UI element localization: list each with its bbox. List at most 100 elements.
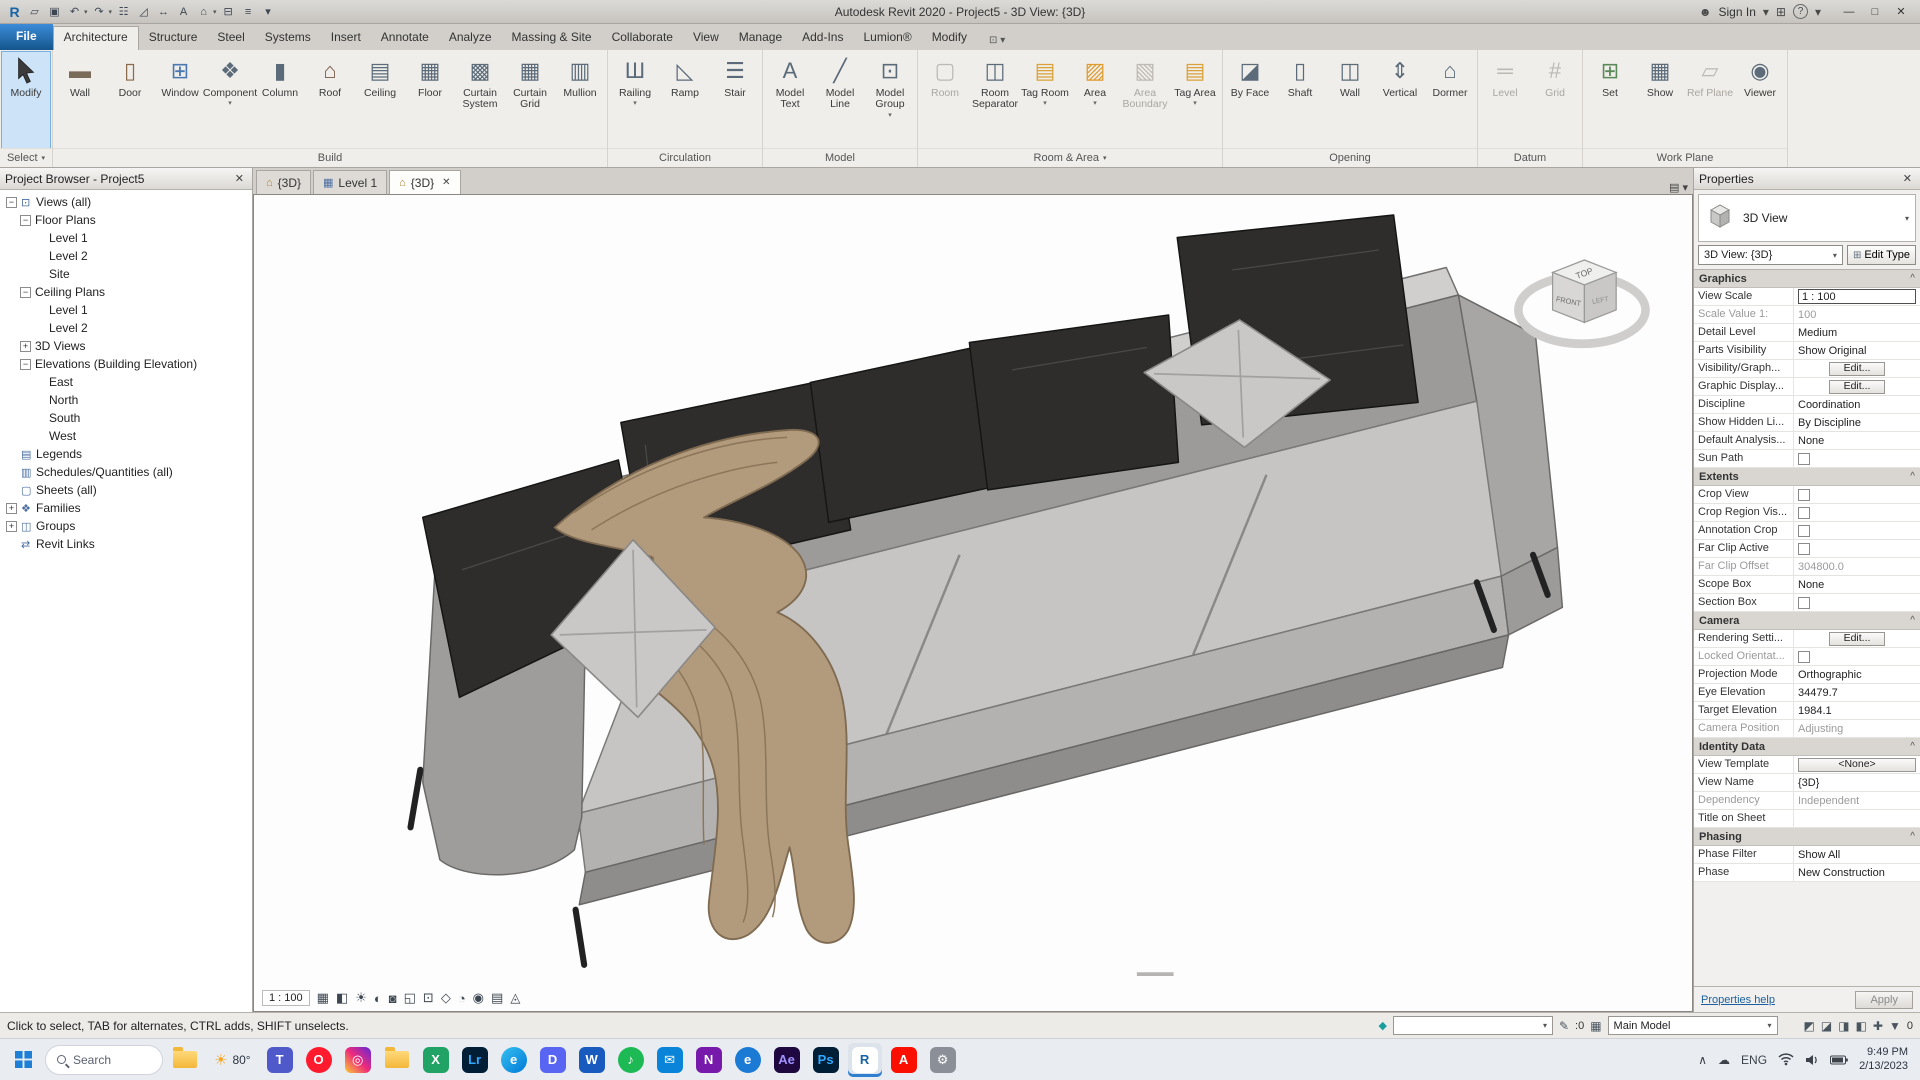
properties-close-icon[interactable]: ✕ [1900, 172, 1915, 185]
revit-logo-icon[interactable]: R [6, 3, 23, 21]
tab-structure[interactable]: Structure [139, 27, 208, 50]
aligned-dimension-icon[interactable]: ↔ [155, 3, 172, 21]
set-work-plane-button[interactable]: ⊞ Set [1585, 52, 1635, 148]
tree-item-schedules-quantities-all[interactable]: ▥ Schedules/Quantities (all) [0, 463, 252, 481]
opening-by-face-button[interactable]: ◪ By Face [1225, 52, 1275, 148]
edit-type-button[interactable]: ⊞ Edit Type [1846, 245, 1916, 265]
view-tab-3d[interactable]: ⌂ {3D} [256, 170, 312, 194]
tree-item-level-1[interactable]: Level 1 [0, 301, 252, 319]
mail-icon[interactable]: ✉ [653, 1043, 687, 1077]
view-cube[interactable]: TOP FRONT LEFT [1514, 259, 1650, 349]
show-constraints-icon[interactable]: ◬ [510, 990, 520, 1006]
default-3d-view-icon[interactable]: ⌂ [195, 3, 212, 21]
vertical-opening-button[interactable]: ⇕ Vertical [1375, 52, 1425, 148]
sofa-model[interactable] [407, 214, 1564, 977]
type-combobox-caret-icon[interactable]: ▾ [1833, 251, 1837, 260]
properties-help-link[interactable]: Properties help [1701, 994, 1775, 1006]
help-caret[interactable]: ▾ [1815, 5, 1821, 19]
model-line-button[interactable]: ╱ Model Line [815, 52, 865, 148]
drag-on-selection-icon[interactable]: ✚ [1873, 1019, 1883, 1033]
collapse-section-icon[interactable]: ^ [1910, 615, 1915, 626]
scale-value-1-value[interactable]: 100 [1798, 309, 1816, 321]
tab-systems[interactable]: Systems [255, 27, 321, 50]
collapse-section-icon[interactable]: ^ [1910, 273, 1915, 284]
door-button[interactable]: ▯ Door [105, 52, 155, 148]
expand-icon[interactable]: + [6, 520, 17, 532]
panel-label-model[interactable]: Model [763, 148, 917, 167]
view-tab-3d[interactable]: ⌂ {3D} ✕ [389, 170, 461, 194]
tab-manage[interactable]: Manage [729, 27, 792, 50]
photoshop-icon[interactable]: Ps [809, 1043, 843, 1077]
viewer-button[interactable]: ◉ Viewer [1735, 52, 1785, 148]
tab-steel[interactable]: Steel [207, 27, 254, 50]
tree-item-south[interactable]: South [0, 409, 252, 427]
temporary-hide-isolate-icon[interactable]: ◔ [458, 991, 466, 1006]
start-button[interactable] [6, 1043, 40, 1077]
drawing-canvas[interactable]: TOP FRONT LEFT 1 : 100 ▦ ◧ ☀ ◐ ◙ ◱ ⊡ ◇ ◔ ◉ ▤ ◬ [253, 194, 1693, 1012]
language-indicator[interactable]: ENG [1741, 1053, 1767, 1067]
sign-in-caret[interactable]: ▾ [1763, 5, 1769, 19]
tab-lumion[interactable]: Lumion® [853, 27, 921, 50]
tab-annotate[interactable]: Annotate [371, 27, 439, 50]
section-camera[interactable]: Camera ^ [1694, 612, 1920, 630]
projection-mode-value[interactable]: Orthographic [1798, 669, 1862, 681]
wall-opening-button[interactable]: ◫ Wall [1325, 52, 1375, 148]
collapse-section-icon[interactable]: ^ [1910, 741, 1915, 752]
panel-label-work-plane[interactable]: Work Plane [1583, 148, 1787, 167]
collapse-section-icon[interactable]: ^ [1910, 831, 1915, 842]
app-store-icon[interactable]: ⊞ [1776, 5, 1786, 19]
shadows-icon[interactable]: ◐ [374, 991, 382, 1006]
visual-style-icon[interactable]: ◧ [336, 990, 348, 1006]
ramp-button[interactable]: ◺ Ramp [660, 52, 710, 148]
design-options-select[interactable]: Main Model ▾ [1607, 1016, 1778, 1035]
type-selector[interactable]: 3D View ▾ [1698, 194, 1916, 242]
reveal-hidden-elements-icon[interactable]: ◉ [473, 990, 484, 1006]
tree-item-level-2[interactable]: Level 2 [0, 319, 252, 337]
revit-icon[interactable]: R [847, 1042, 882, 1077]
spotify-icon[interactable]: ♪ [614, 1043, 648, 1077]
sun-path-checkbox[interactable] [1798, 452, 1810, 465]
show-hidden-li-value[interactable]: By Discipline [1798, 417, 1861, 429]
tree-item-views-all[interactable]: − ⊡ Views (all) [0, 193, 252, 211]
redo-icon[interactable]: ↷ [91, 3, 108, 21]
tag-room-button[interactable]: ▤ Tag Room ▾ [1020, 52, 1070, 148]
floor-button[interactable]: ▦ Floor [405, 52, 455, 148]
dropdown-icon[interactable]: ▾ [228, 100, 232, 108]
far-clip-offset-value[interactable]: 304800.0 [1798, 561, 1844, 573]
dropdown-icon[interactable]: ▾ [1043, 100, 1047, 108]
tab-file[interactable]: File [0, 24, 53, 50]
collapse-icon[interactable]: − [20, 214, 31, 226]
far-clip-active-checkbox[interactable] [1798, 542, 1810, 555]
tab-add-ins[interactable]: Add-Ins [792, 27, 853, 50]
close-view-icon[interactable]: ✕ [442, 177, 450, 188]
view-template-button[interactable]: <None> [1798, 757, 1916, 772]
detail-level-icon[interactable]: ▦ [317, 990, 329, 1006]
active-workset-select[interactable]: ▾ [1392, 1016, 1553, 1035]
minimize-button[interactable]: — [1836, 2, 1862, 22]
section-icon[interactable]: ⊟ [220, 3, 237, 21]
detail-level-value[interactable]: Medium [1798, 327, 1837, 339]
annotation-crop-checkbox[interactable] [1798, 524, 1810, 537]
target-elevation-value[interactable]: 1984.1 [1798, 705, 1832, 717]
expand-icon[interactable]: + [20, 340, 31, 352]
select-pinned-icon[interactable]: ◨ [1838, 1019, 1849, 1033]
undo-dropdown-icon[interactable]: ▾ [84, 8, 88, 16]
view-tab-level-1[interactable]: ▦ Level 1 [313, 170, 388, 194]
dormer-opening-button[interactable]: ⌂ Dormer [1425, 52, 1475, 148]
print-icon[interactable]: ☷ [115, 3, 132, 21]
model-group-button[interactable]: ⊡ Model Group ▾ [865, 52, 915, 148]
section-extents[interactable]: Extents ^ [1694, 468, 1920, 486]
dropdown-icon[interactable]: ▾ [633, 100, 637, 108]
tab-collaborate[interactable]: Collaborate [602, 27, 683, 50]
temporary-view-properties-icon[interactable]: ▤ [491, 990, 503, 1006]
ceiling-button[interactable]: ▤ Ceiling [355, 52, 405, 148]
column-button[interactable]: ▮ Column [255, 52, 305, 148]
onenote-icon[interactable]: N [692, 1043, 726, 1077]
crop-region-vis-checkbox[interactable] [1798, 506, 1810, 519]
section-identity-data[interactable]: Identity Data ^ [1694, 738, 1920, 756]
phase-value[interactable]: New Construction [1798, 867, 1885, 879]
acrobat-icon[interactable]: A [887, 1043, 921, 1077]
settings-icon[interactable]: ⚙ [926, 1043, 960, 1077]
rendering-dialog-icon[interactable]: ◙ [389, 991, 397, 1006]
tree-item-3d-views[interactable]: +3D Views [0, 337, 252, 355]
